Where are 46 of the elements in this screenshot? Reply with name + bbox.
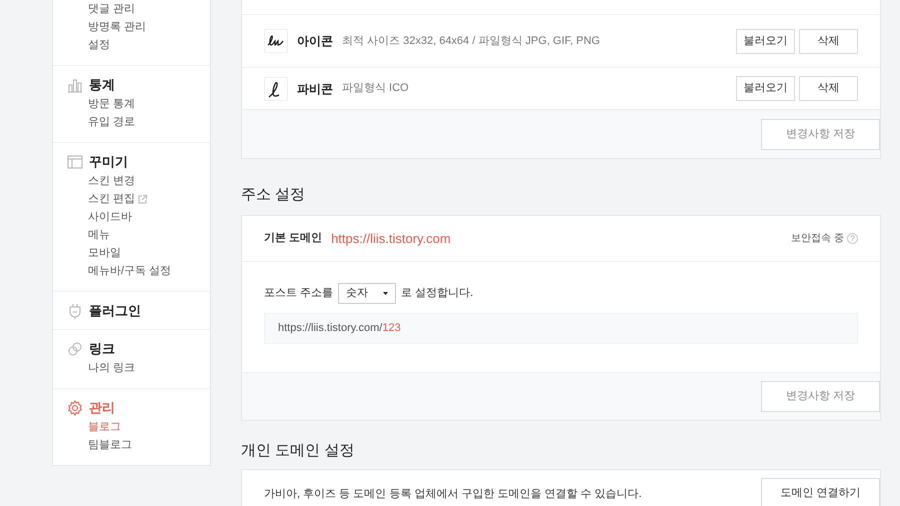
dropdown-caret-icon [383, 292, 388, 295]
domain-url: https://liis.tistory.com [331, 230, 451, 248]
delete-button[interactable]: 삭제 [799, 28, 858, 54]
post-address-suffix: 로 설정합니다. [401, 286, 474, 302]
section-heading: 개인 도메인 설정 [241, 441, 356, 461]
row-title: 아이콘 [297, 33, 333, 50]
url-preview: https://liis.tistory.com/123 [264, 313, 858, 344]
sidebar-group-title[interactable]: 링크 [89, 339, 115, 359]
plug-icon [67, 303, 83, 319]
sidebar-item[interactable]: 방문 통계 [88, 96, 136, 112]
sidebar-item[interactable]: 댓글 관리 [88, 0, 136, 18]
sidebar-item[interactable]: 유입 경로 [88, 114, 136, 130]
domain-label: 기본 도메인 [264, 231, 322, 246]
connect-domain-button[interactable]: 도메인 연결하기 [761, 478, 880, 506]
link-icon [67, 341, 83, 357]
signature-thumbnail [264, 76, 288, 100]
sidebar-group-title[interactable]: 통계 [89, 75, 115, 95]
custom-domain-description: 가비아, 후이즈 등 도메인 등록 업체에서 구입한 도메인을 연결할 수 있습니다. [264, 487, 642, 502]
sidebar-item[interactable]: 메뉴 [88, 226, 110, 244]
sidebar-item[interactable]: 스킨 편집 [88, 190, 136, 208]
section-heading: 주소 설정 [241, 185, 306, 205]
sidebar-item[interactable]: 팀블로그 [88, 436, 132, 454]
save-changes-button[interactable]: 변경사항 저장 [761, 118, 880, 150]
secure-status: 보안접속 중 [791, 232, 844, 246]
load-button[interactable]: 불러오기 [736, 28, 795, 54]
save-changes-button[interactable]: 변경사항 저장 [761, 381, 880, 412]
settings-icon [67, 400, 83, 416]
post-address-label: 포스트 주소를 [264, 286, 334, 302]
sidebar-group-title[interactable]: 플러그인 [89, 301, 141, 321]
sidebar-item[interactable]: 모바일 [88, 244, 121, 262]
delete-button[interactable]: 삭제 [799, 76, 858, 101]
row-description: 파일형식 ICO [342, 81, 409, 96]
sidebar-item[interactable]: 설정 [88, 36, 110, 54]
sidebar-item[interactable]: 메뉴바/구독 설정 [88, 262, 172, 280]
signature-thumbnail [264, 29, 288, 53]
load-button[interactable]: 불러오기 [736, 76, 795, 101]
sidebar-item[interactable]: 사이드바 [88, 208, 132, 226]
row-description: 최적 사이즈 32x32, 64x64 / 파일형식 JPG, GIF, PNG [342, 34, 600, 49]
bar-chart-icon [67, 77, 83, 93]
sidebar-item[interactable]: 스킨 변경 [88, 172, 136, 190]
address-format-select[interactable]: 숫자 [338, 283, 396, 304]
row-title: 파비콘 [297, 80, 333, 98]
sidebar-item[interactable]: 방명록 관리 [88, 18, 146, 36]
sidebar-group-title[interactable]: 꾸미기 [89, 152, 128, 172]
sidebar-item[interactable]: 나의 링크 [88, 360, 136, 376]
layout-icon [67, 154, 83, 170]
